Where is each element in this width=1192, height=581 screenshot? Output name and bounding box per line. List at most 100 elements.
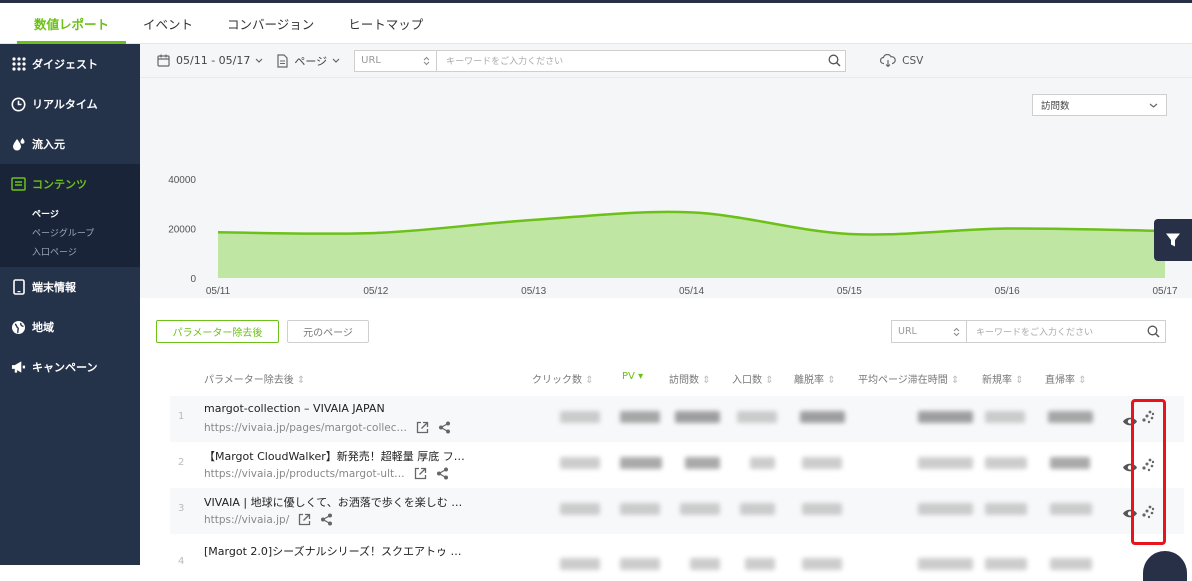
- redacted-value: [560, 457, 600, 469]
- sidebar-subitem-page[interactable]: ページ: [0, 204, 140, 223]
- table-row[interactable]: 2 【Margot CloudWalker】新発売！超軽量 厚底 フ… http…: [170, 442, 1184, 488]
- redacted-value: [802, 457, 842, 469]
- redacted-value: [620, 457, 662, 469]
- sort-icon: ⇕: [585, 375, 594, 386]
- sidebar-item-digest[interactable]: ダイジェスト: [0, 44, 140, 84]
- redacted-value: [690, 558, 720, 570]
- row-url-text[interactable]: https://vivaia.jp/pages/margot-collec…: [204, 422, 407, 434]
- header-label: 平均ページ滞在時間: [858, 375, 948, 386]
- row-title[interactable]: VIVAIA | 地球に優しくて、お洒落で歩くを楽しむ …: [204, 494, 462, 510]
- col-header-visits[interactable]: 訪問数 ⇕: [669, 371, 711, 386]
- col-header-entries[interactable]: 入口数 ⇕: [732, 371, 774, 386]
- sidebar-item-realtime[interactable]: リアルタイム: [0, 84, 140, 124]
- device-icon: [11, 279, 26, 295]
- chart-metric-select[interactable]: 訪問数: [1032, 94, 1167, 116]
- table-row[interactable]: 4 [Margot 2.0]シーズナルシリーズ！スクエアトゥ …: [170, 534, 1184, 580]
- table-keyword-input[interactable]: キーワードをご入力ください: [967, 325, 1141, 338]
- x-tick-label: 05/12: [363, 286, 388, 297]
- sidebar-subitem-entry-page[interactable]: 入口ページ: [0, 242, 140, 261]
- header-label: 新規率: [982, 375, 1012, 386]
- share-nodes-icon[interactable]: [438, 421, 451, 434]
- tab-conversion[interactable]: コンバージョン: [210, 3, 331, 43]
- col-header-pv[interactable]: PV ▾: [622, 371, 643, 382]
- table-tools: パラメーター除去後 元のページ URL キーワードをご入力ください: [140, 298, 1192, 358]
- redacted-value: [918, 411, 973, 423]
- x-tick-label: 05/16: [995, 286, 1020, 297]
- y-tick-label: 20000: [168, 225, 196, 236]
- tab-events[interactable]: イベント: [126, 3, 210, 43]
- sort-desc-icon: ▾: [638, 371, 644, 382]
- sidebar-item-referrer[interactable]: 流入元: [0, 124, 140, 164]
- redacted-value: [918, 503, 973, 515]
- col-header-clicks[interactable]: クリック数 ⇕: [532, 371, 594, 386]
- sidebar-item-label: 地域: [32, 321, 54, 334]
- redacted-value: [802, 558, 842, 570]
- grid-icon: [11, 57, 26, 72]
- row-title[interactable]: margot-collection – VIVAIA JAPAN: [204, 402, 385, 415]
- row-url-text[interactable]: https://vivaia.jp/products/margot-ult…: [204, 468, 405, 480]
- csv-download-button[interactable]: CSV: [880, 54, 923, 67]
- external-link-icon[interactable]: [414, 467, 427, 480]
- top-navigation: 数値レポート イベント コンバージョン ヒートマップ: [0, 3, 1192, 44]
- tab-numeric-report[interactable]: 数値レポート: [17, 3, 127, 44]
- cloud-download-icon: [880, 54, 896, 67]
- row-title[interactable]: 【Margot CloudWalker】新発売！超軽量 厚底 フ…: [204, 448, 465, 464]
- share-nodes-icon[interactable]: [320, 513, 333, 526]
- external-link-icon[interactable]: [298, 513, 311, 526]
- redacted-value: [737, 411, 777, 423]
- redacted-value: [745, 558, 775, 570]
- redacted-value: [620, 558, 660, 570]
- url-field-select[interactable]: URL: [355, 50, 438, 71]
- header-label: 離脱率: [794, 375, 824, 386]
- sidebar: ダイジェスト リアルタイム 流入元 コンテンツ ページ ページグループ 入口ペー…: [0, 44, 140, 565]
- chevron-down-icon: [255, 58, 263, 63]
- redacted-value: [918, 558, 973, 570]
- row-url-text[interactable]: https://vivaia.jp/: [204, 514, 289, 526]
- redacted-value: [800, 411, 845, 423]
- sidebar-item-device[interactable]: 端末情報: [0, 267, 140, 307]
- col-header-new-rate[interactable]: 新規率 ⇕: [982, 371, 1024, 386]
- highlight-annotation-box: [1131, 399, 1166, 545]
- keyword-input[interactable]: キーワードをご入力ください: [437, 54, 823, 67]
- param-removed-button[interactable]: パラメーター除去後: [156, 320, 279, 343]
- sidebar-item-region[interactable]: 地域: [0, 307, 140, 347]
- sidebar-item-label: ダイジェスト: [32, 58, 98, 71]
- external-link-icon[interactable]: [416, 421, 429, 434]
- chevron-down-icon: [332, 58, 340, 63]
- updown-arrows-icon: [953, 327, 960, 337]
- x-tick-label: 05/15: [837, 286, 862, 297]
- table-url-select[interactable]: URL: [892, 321, 967, 342]
- drops-icon: [11, 137, 26, 152]
- col-header-exit-rate[interactable]: 離脱率 ⇕: [794, 371, 836, 386]
- original-page-button[interactable]: 元のページ: [287, 320, 369, 343]
- share-nodes-icon[interactable]: [436, 467, 449, 480]
- table-row[interactable]: 1 margot-collection – VIVAIA JAPAN https…: [170, 396, 1184, 442]
- chart-metric-label: 訪問数: [1041, 101, 1070, 112]
- col-header-bounce-rate[interactable]: 直帰率 ⇕: [1045, 371, 1087, 386]
- date-range-picker[interactable]: 05/11 - 05/17: [157, 54, 263, 67]
- row-title[interactable]: [Margot 2.0]シーズナルシリーズ！スクエアトゥ …: [204, 543, 462, 559]
- row-url: https://vivaia.jp/pages/margot-collec…: [204, 421, 451, 434]
- col-header-avg-time[interactable]: 平均ページ滞在時間 ⇕: [858, 371, 959, 386]
- redacted-value: [985, 503, 1027, 515]
- redacted-value: [560, 558, 600, 570]
- clock-icon: [11, 97, 26, 112]
- chart-area-fill: [218, 211, 1165, 278]
- sidebar-item-campaign[interactable]: キャンペーン: [0, 347, 140, 387]
- search-icon[interactable]: [1141, 325, 1165, 338]
- tab-heatmap[interactable]: ヒートマップ: [331, 3, 440, 43]
- table-row[interactable]: 3 VIVAIA | 地球に優しくて、お洒落で歩くを楽しむ … https://…: [170, 488, 1184, 534]
- search-icon[interactable]: [823, 54, 845, 67]
- page-type-select[interactable]: ページ: [277, 53, 340, 69]
- sidebar-subitem-page-group[interactable]: ページグループ: [0, 223, 140, 242]
- date-range-label: 05/11 - 05/17: [176, 54, 251, 67]
- y-tick-label: 40000: [168, 175, 196, 186]
- header-label: パラメーター除去後: [204, 375, 294, 386]
- sidebar-item-contents[interactable]: コンテンツ: [0, 164, 140, 204]
- sort-icon: ⇕: [1015, 375, 1024, 386]
- col-header-param-removed[interactable]: パラメーター除去後 ⇕: [204, 371, 305, 386]
- row-number: 3: [178, 503, 185, 514]
- page-type-label: ページ: [294, 54, 328, 68]
- redacted-value: [985, 411, 1025, 423]
- filter-toggle-button[interactable]: [1154, 219, 1192, 261]
